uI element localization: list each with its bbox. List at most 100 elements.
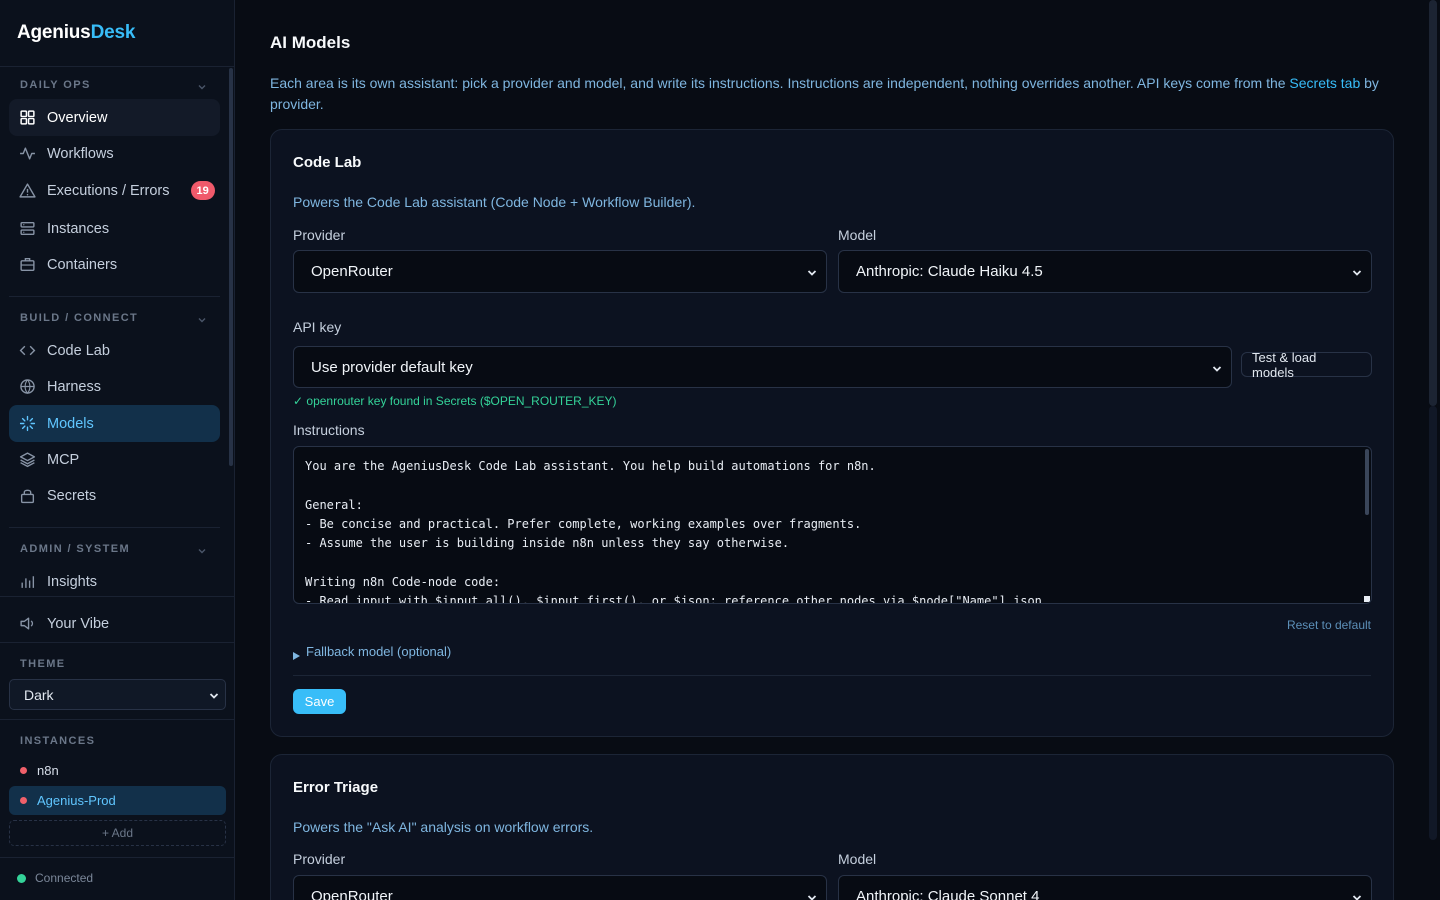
model-select[interactable]: Anthropic: Claude Sonnet 4: [838, 875, 1372, 900]
api-key-label: API key: [293, 319, 342, 335]
sidebar-item-overview[interactable]: Overview: [9, 99, 220, 136]
scrollbar-track: [1429, 406, 1437, 840]
chevron-down-icon: [806, 266, 818, 278]
sidebar-item-label: Harness: [47, 378, 101, 395]
sidebar-item-your-vibe[interactable]: Your Vibe: [9, 605, 220, 642]
sidebar-item-secrets[interactable]: Secrets: [9, 477, 220, 514]
sidebar-item-label: Insights: [47, 573, 97, 590]
model-card-error-triage: Error Triage Powers the "Ask AI" analysi…: [270, 754, 1394, 900]
brand-name-primary: Agenius: [17, 22, 91, 43]
globe-icon: [19, 378, 36, 395]
test-load-models-button[interactable]: Test & load models: [1241, 350, 1372, 380]
sidebar-item-label: Workflows: [47, 145, 114, 162]
code-icon: [19, 342, 36, 359]
chevron-down-icon[interactable]: [196, 313, 208, 325]
page-scrollbar[interactable]: [1426, 0, 1440, 900]
divider: [0, 596, 235, 597]
model-select-value: Anthropic: Claude Haiku 4.5: [856, 263, 1043, 280]
sidebar-item-instances[interactable]: Instances: [9, 210, 220, 247]
secrets-tab-link[interactable]: Secrets tab: [1289, 75, 1360, 91]
caret-right-icon: [293, 648, 300, 660]
sidebar-item-models[interactable]: Models: [9, 405, 220, 442]
api-key-select[interactable]: Use provider default key: [293, 346, 1232, 388]
layers-icon: [19, 451, 36, 468]
sidebar-item-label: Containers: [47, 256, 118, 273]
server-icon: [19, 220, 36, 237]
instance-label: Agenius-Prod: [37, 793, 116, 808]
sidebar-item-label: Your Vibe: [47, 615, 110, 632]
model-select-value: Anthropic: Claude Sonnet 4: [856, 888, 1040, 900]
briefcase-icon: [19, 256, 36, 273]
divider: [0, 719, 235, 720]
model-label: Model: [838, 851, 877, 867]
instructions-line: General:: [305, 498, 363, 512]
section-label-daily-ops[interactable]: DAILY OPS: [20, 79, 91, 91]
sidebar-item-label: Overview: [47, 109, 108, 126]
provider-label: Provider: [293, 227, 346, 243]
card-title: Code Lab: [293, 154, 362, 171]
model-select[interactable]: Anthropic: Claude Haiku 4.5: [838, 250, 1372, 293]
sparkle-icon: [19, 415, 36, 432]
chevron-down-icon: [1211, 362, 1223, 374]
card-description: Powers the "Ask AI" analysis on workflow…: [293, 819, 594, 835]
instructions-label: Instructions: [293, 422, 365, 438]
main-content: AI Models Each area is its own assistant…: [236, 0, 1426, 900]
scrollbar-thumb[interactable]: [1429, 0, 1437, 406]
model-card-code-lab: Code Lab Powers the Code Lab assistant (…: [270, 129, 1394, 737]
provider-select-value: OpenRouter: [311, 263, 393, 280]
save-button[interactable]: Save: [293, 689, 346, 714]
sidebar-item-workflows[interactable]: Workflows: [9, 135, 220, 172]
divider: [0, 642, 235, 643]
provider-select[interactable]: OpenRouter: [293, 250, 827, 293]
add-instance-button[interactable]: + Add: [9, 820, 226, 846]
brand-logo[interactable]: AgeniusDesk: [17, 22, 135, 44]
sidebar-item-label: Code Lab: [47, 342, 110, 359]
card-description: Powers the Code Lab assistant (Code Node…: [293, 194, 696, 210]
divider: [0, 66, 234, 67]
instructions-line: - Read input with $input.all(), $input.f…: [305, 594, 1050, 604]
chevron-down-icon[interactable]: [196, 80, 208, 92]
theme-select[interactable]: Dark: [9, 679, 226, 710]
sidebar-item-label: Models: [47, 415, 94, 432]
lock-icon: [19, 487, 36, 504]
grid-icon: [19, 109, 36, 126]
instances-label: INSTANCES: [20, 735, 96, 747]
sidebar-item-harness[interactable]: Harness: [9, 368, 220, 405]
brand-name-accent: Desk: [90, 22, 136, 43]
fallback-model-toggle[interactable]: Fallback model (optional): [293, 644, 451, 660]
provider-select[interactable]: OpenRouter: [293, 875, 827, 900]
sidebar-item-containers[interactable]: Containers: [9, 246, 220, 283]
bar-chart-icon: [19, 573, 36, 590]
sidebar-item-executions-errors[interactable]: Executions / Errors 19: [9, 172, 220, 209]
section-label-build-connect[interactable]: BUILD / CONNECT: [20, 312, 138, 324]
instance-label: n8n: [37, 763, 59, 778]
resize-handle[interactable]: [1364, 596, 1370, 602]
sidebar-item-label: MCP: [47, 451, 80, 468]
chevron-down-icon: [1351, 891, 1363, 900]
instructions-textarea[interactable]: You are the AgeniusDesk Code Lab assista…: [293, 446, 1372, 604]
sidebar-item-label: Executions / Errors: [47, 182, 170, 199]
divider: [293, 675, 1371, 676]
instructions-line: Writing n8n Code-node code:: [305, 575, 501, 589]
instance-item-n8n[interactable]: n8n: [9, 756, 226, 785]
chevron-down-icon[interactable]: [196, 544, 208, 556]
status-dot: [20, 767, 27, 774]
instance-item-agenius-prod[interactable]: Agenius-Prod: [9, 786, 226, 815]
section-label-admin-system[interactable]: ADMIN / SYSTEM: [20, 543, 130, 555]
chevron-down-icon: [806, 891, 818, 900]
reset-to-default-link[interactable]: Reset to default: [1287, 618, 1371, 632]
connection-status-label: Connected: [35, 871, 94, 885]
instructions-line: - Assume the user is building inside n8n…: [305, 536, 790, 550]
sidebar-item-insights[interactable]: Insights: [9, 563, 220, 600]
textarea-scrollbar[interactable]: [1365, 449, 1369, 515]
sidebar-item-mcp[interactable]: MCP: [9, 441, 220, 478]
sidebar-item-code-lab[interactable]: Code Lab: [9, 332, 220, 369]
model-label: Model: [838, 227, 877, 243]
chevron-down-icon: [1351, 266, 1363, 278]
sidebar-item-label: Secrets: [47, 487, 97, 504]
status-dot: [20, 797, 27, 804]
instructions-line: - Be concise and practical. Prefer compl…: [305, 517, 862, 531]
description-text: Each area is its own assistant: pick a p…: [270, 75, 1290, 91]
sidebar-scrollbar[interactable]: [229, 68, 233, 466]
divider: [9, 527, 220, 528]
